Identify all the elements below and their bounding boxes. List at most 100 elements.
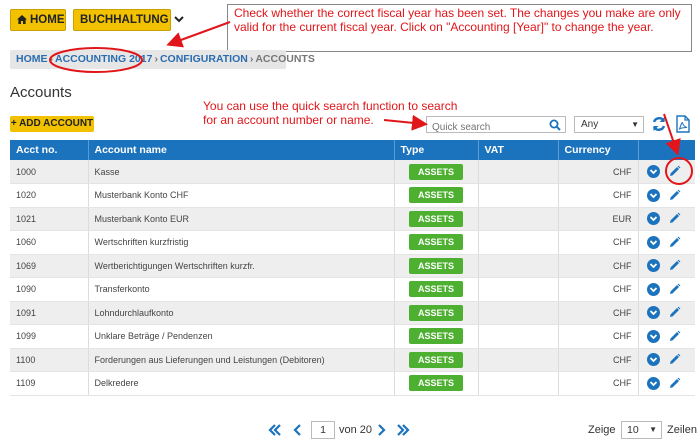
search-icon[interactable]	[549, 119, 561, 131]
cell-account-name: Delkredere	[88, 371, 395, 396]
table-header-row: Acct no. Account name Type VAT Currency	[10, 140, 695, 160]
table-row[interactable]: 1000 Kasse ASSETS CHF	[10, 160, 695, 184]
breadcrumb-configuration[interactable]: CONFIGURATION	[160, 53, 248, 65]
column-header-acct-no[interactable]: Acct no.	[10, 140, 89, 160]
pencil-icon[interactable]	[668, 189, 681, 202]
pencil-icon[interactable]	[668, 212, 681, 225]
table-row[interactable]: 1099 Unklare Beträge / Pendenzen ASSETS CHF	[10, 324, 695, 349]
expand-icon[interactable]	[646, 188, 660, 202]
first-page-icon[interactable]	[268, 423, 282, 437]
expand-icon[interactable]	[646, 282, 660, 296]
table-row[interactable]: 1021 Musterbank Konto EUR ASSETS EUR	[10, 207, 695, 231]
cell-currency: CHF	[558, 371, 639, 396]
column-header-type[interactable]: Type	[394, 140, 479, 160]
rows-per-page-value: 10	[627, 424, 639, 436]
type-badge: ASSETS	[409, 351, 463, 368]
table-row[interactable]: 1090 Transferkonto ASSETS CHF	[10, 277, 695, 302]
cell-acct-no: 1020	[10, 183, 89, 208]
cell-type: ASSETS	[394, 230, 479, 255]
cell-account-name: Wertberichtigungen Wertschriften kurzfr.	[88, 254, 395, 278]
expand-icon[interactable]	[646, 235, 660, 249]
cell-account-name: Lohndurchlaufkonto	[88, 301, 395, 325]
cell-vat	[478, 371, 559, 396]
cell-type: ASSETS	[394, 301, 479, 325]
cell-account-name: Forderungen aus Lieferungen und Leistung…	[88, 348, 395, 372]
cell-actions	[638, 183, 695, 208]
page-number-input[interactable]: 1	[311, 421, 335, 439]
refresh-icon[interactable]	[651, 115, 667, 133]
cell-type: ASSETS	[394, 207, 479, 231]
home-button[interactable]: HOME	[10, 9, 66, 31]
table-row[interactable]: 1100 Forderungen aus Lieferungen und Leis…	[10, 348, 695, 372]
expand-icon[interactable]	[646, 212, 660, 226]
breadcrumb-separator: ›	[249, 53, 254, 65]
cell-vat	[478, 348, 559, 372]
cell-acct-no: 1099	[10, 324, 89, 349]
column-header-vat[interactable]: VAT	[478, 140, 559, 160]
expand-icon[interactable]	[646, 353, 660, 367]
accounts-table: Acct no. Account name Type VAT Currency …	[10, 140, 695, 396]
cell-account-name: Musterbank Konto CHF	[88, 183, 395, 208]
expand-icon[interactable]	[646, 259, 660, 273]
cell-account-name: Musterbank Konto EUR	[88, 207, 395, 231]
table-row[interactable]: 1069 Wertberichtigungen Wertschriften kur…	[10, 254, 695, 278]
pencil-icon[interactable]	[668, 330, 681, 343]
cell-acct-no: 1091	[10, 301, 89, 325]
cell-account-name: Wertschriften kurzfristig	[88, 230, 395, 255]
cell-acct-no: 1109	[10, 371, 89, 396]
pencil-icon[interactable]	[668, 353, 681, 366]
quick-search-box	[426, 116, 566, 135]
cell-actions	[638, 277, 695, 302]
rows-label: Zeilen	[667, 424, 697, 436]
page-count-label: von 20	[339, 424, 373, 436]
cell-account-name: Kasse	[88, 160, 395, 184]
column-header-actions	[638, 140, 695, 160]
pencil-icon[interactable]	[668, 283, 681, 296]
type-badge: ASSETS	[409, 257, 463, 274]
cell-vat	[478, 324, 559, 349]
type-badge: ASSETS	[409, 328, 463, 345]
expand-icon[interactable]	[646, 376, 660, 390]
cell-currency: CHF	[558, 348, 639, 372]
table-row[interactable]: 1060 Wertschriften kurzfristig ASSETS CHF	[10, 230, 695, 255]
table-row[interactable]: 1091 Lohndurchlaufkonto ASSETS CHF	[10, 301, 695, 325]
cell-currency: CHF	[558, 183, 639, 208]
breadcrumb-current: ACCOUNTS	[255, 53, 315, 65]
expand-icon[interactable]	[646, 329, 660, 343]
next-page-icon[interactable]	[374, 423, 388, 437]
pencil-icon[interactable]	[668, 306, 681, 319]
cell-actions	[638, 348, 695, 372]
pdf-icon[interactable]	[675, 115, 691, 133]
expand-icon[interactable]	[646, 165, 660, 178]
annotation-fiscal-year-note: Check whether the correct fiscal year ha…	[227, 4, 692, 52]
prev-page-icon[interactable]	[291, 423, 305, 437]
cell-acct-no: 1100	[10, 348, 89, 372]
breadcrumb: HOME › ACCOUNTING 2017 › CONFIGURATION › ACCOU…	[10, 50, 315, 69]
cell-acct-no: 1090	[10, 277, 89, 302]
cell-type: ASSETS	[394, 160, 479, 184]
pencil-icon[interactable]	[668, 259, 681, 272]
breadcrumb-home[interactable]: HOME	[16, 53, 48, 65]
cell-account-name: Transferkonto	[88, 277, 395, 302]
column-header-account-name[interactable]: Account name	[88, 140, 395, 160]
type-filter-select[interactable]: Any ▼	[574, 116, 644, 133]
breadcrumb-accounting-year[interactable]: ACCOUNTING 2017	[55, 53, 152, 65]
pencil-icon[interactable]	[668, 377, 681, 390]
cell-actions	[638, 254, 695, 278]
cell-currency: CHF	[558, 160, 639, 184]
last-page-icon[interactable]	[396, 423, 410, 437]
column-header-currency[interactable]: Currency	[558, 140, 639, 160]
add-account-button[interactable]: + ADD ACCOUNT	[10, 116, 94, 132]
table-row[interactable]: 1020 Musterbank Konto CHF ASSETS CHF	[10, 183, 695, 208]
bookkeeping-menu-button[interactable]: BUCHHALTUNG	[73, 9, 184, 31]
cell-currency: CHF	[558, 277, 639, 302]
quick-search-input[interactable]	[427, 120, 545, 135]
pencil-icon[interactable]	[668, 165, 681, 178]
pencil-icon[interactable]	[668, 236, 681, 249]
cell-acct-no: 1021	[10, 207, 89, 231]
type-badge: ASSETS	[409, 281, 463, 298]
rows-per-page-select[interactable]: 10 ▼	[621, 421, 662, 439]
bookkeeping-menu-label: BUCHHALTUNG	[80, 14, 169, 26]
expand-icon[interactable]	[646, 306, 660, 320]
table-row[interactable]: 1109 Delkredere ASSETS CHF	[10, 371, 695, 396]
